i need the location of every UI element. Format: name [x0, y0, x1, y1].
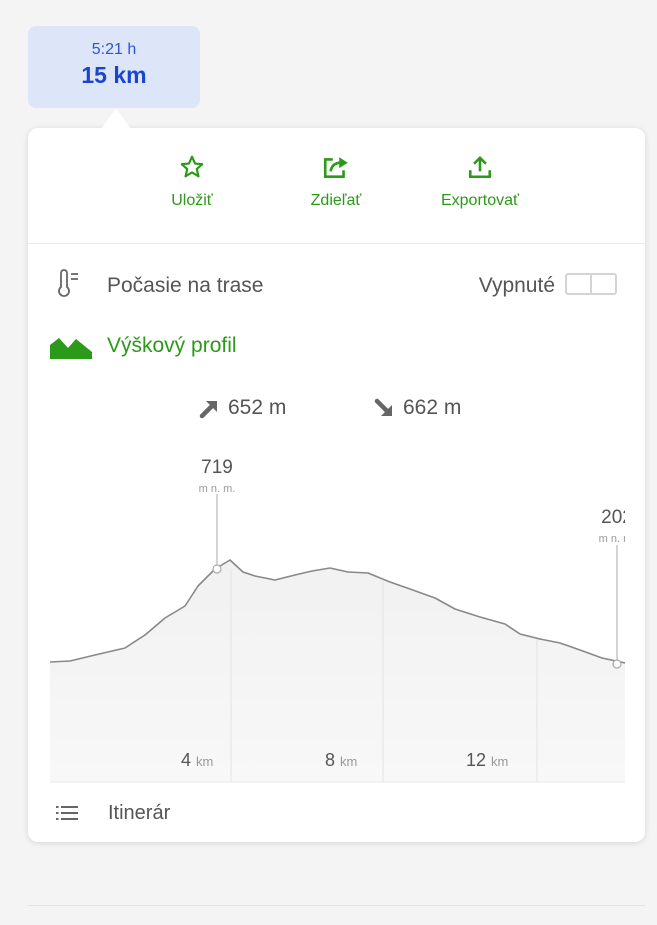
route-time: 5:21 h — [91, 41, 137, 58]
elevation-chart[interactable]: 719 m n. m. 202 m n. m. 4km 8km 12km — [50, 448, 625, 784]
share-label: Zdieľať — [310, 192, 362, 209]
route-detail-card: Uložiť Zdieľať Exportovať Počasie na tra… — [28, 128, 645, 842]
thermometer-icon — [58, 269, 78, 297]
route-summary-chip[interactable]: 5:21 h 15 km — [28, 26, 200, 108]
itinerary-label: Itinerár — [108, 802, 171, 824]
end-marker-dot — [612, 659, 622, 669]
end-elevation-value: 202 — [601, 507, 625, 528]
elevation-profile-label: Výškový profil — [107, 334, 237, 357]
weather-label: Počasie na trase — [107, 274, 264, 297]
save-label: Uložiť — [171, 192, 213, 209]
chip-pointer — [102, 108, 130, 128]
end-elevation-unit: m n. m. — [599, 533, 625, 545]
max-marker-dot — [212, 564, 222, 574]
elevation-area — [50, 560, 625, 782]
ascent-stat: 652 m — [198, 396, 286, 420]
bottom-divider — [28, 905, 645, 906]
weather-toggle-label: Vypnuté — [478, 274, 555, 297]
descent-arrow-icon — [374, 399, 392, 417]
mountain-icon — [50, 338, 92, 359]
max-elevation-value: 719 — [201, 457, 233, 478]
export-label: Exportovať — [440, 192, 520, 209]
max-elevation-unit: m n. m. — [199, 483, 236, 495]
export-button[interactable]: Exportovať — [415, 154, 545, 210]
ascent-value: 652 m — [228, 396, 287, 419]
share-icon — [323, 157, 348, 178]
descent-stat: 662 m — [373, 396, 461, 420]
export-icon — [468, 155, 492, 179]
toggle-knob — [590, 275, 592, 293]
share-button[interactable]: Zdieľať — [271, 154, 401, 210]
list-icon — [56, 806, 78, 820]
weather-toggle[interactable] — [565, 273, 617, 295]
elevation-profile-header[interactable]: Výškový profil — [28, 323, 645, 363]
itinerary-row[interactable]: Itinerár — [28, 788, 645, 838]
route-distance: 15 km — [81, 62, 147, 88]
star-icon — [180, 155, 204, 178]
ascent-arrow-icon — [199, 401, 217, 419]
descent-value: 662 m — [403, 396, 462, 419]
weather-row: Počasie na trase Vypnuté — [28, 243, 645, 303]
save-button[interactable]: Uložiť — [127, 154, 257, 210]
action-bar: Uložiť Zdieľať Exportovať — [28, 128, 645, 244]
